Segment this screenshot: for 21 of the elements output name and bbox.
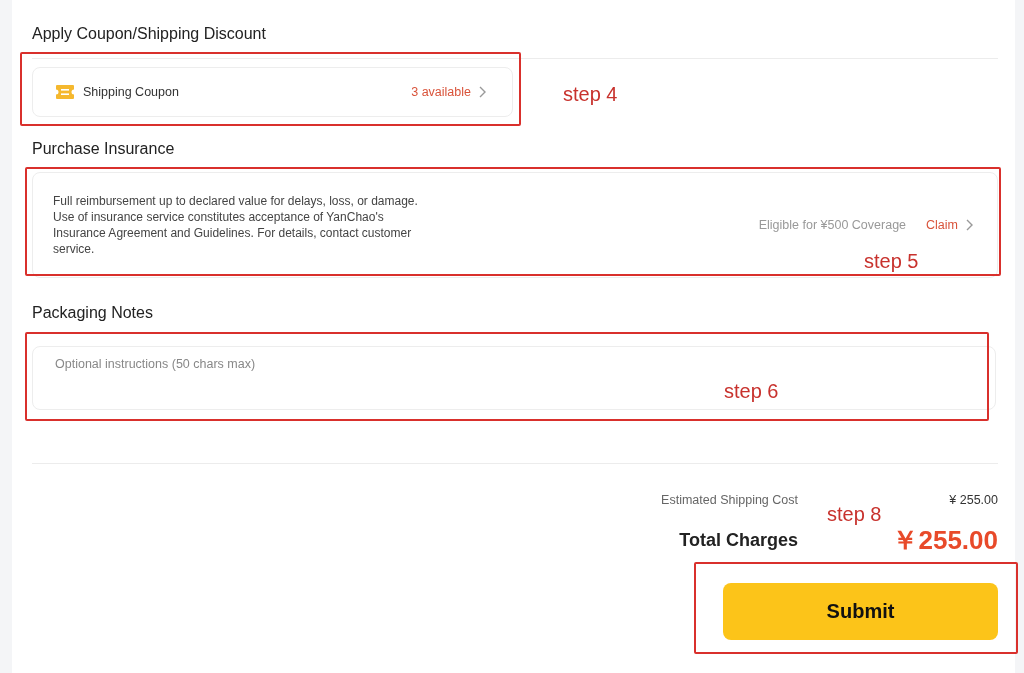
chevron-right-icon (479, 86, 486, 98)
shipping-coupon-row[interactable]: Shipping Coupon 3 available (32, 67, 513, 117)
section-title: Purchase Insurance (32, 139, 176, 159)
section-title: Apply Coupon/Shipping Discount (32, 24, 267, 44)
step-annotation: step 4 (563, 82, 618, 106)
coupon-label: Shipping Coupon (83, 85, 180, 99)
shipping-cost-value: ¥ 255.00 (949, 492, 998, 508)
chevron-right-icon (966, 219, 973, 231)
step-annotation: step 5 (864, 249, 919, 273)
step-annotation: step 6 (724, 379, 779, 403)
coupon-count: 3 available (411, 85, 471, 99)
ticket-icon (55, 84, 75, 100)
section-title: Packaging Notes (32, 303, 154, 323)
coverage-text: Eligible for ¥500 Coverage (758, 218, 907, 232)
claim-link[interactable]: Claim (926, 218, 958, 232)
shipping-cost-label: Estimated Shipping Cost (661, 492, 798, 508)
total-label: Total Charges (679, 529, 798, 552)
insurance-description: Full reimbursement up to declared value for delays, loss, or damage. Use of insurance service constitutes acceptance of YanChao's Insurance Agreement and Guidelines. For details, contact customer service. (53, 193, 418, 257)
total-value: ￥255.00 (892, 526, 998, 554)
step-annotation: step 8 (827, 502, 882, 526)
submit-button[interactable]: Submit (723, 583, 998, 640)
